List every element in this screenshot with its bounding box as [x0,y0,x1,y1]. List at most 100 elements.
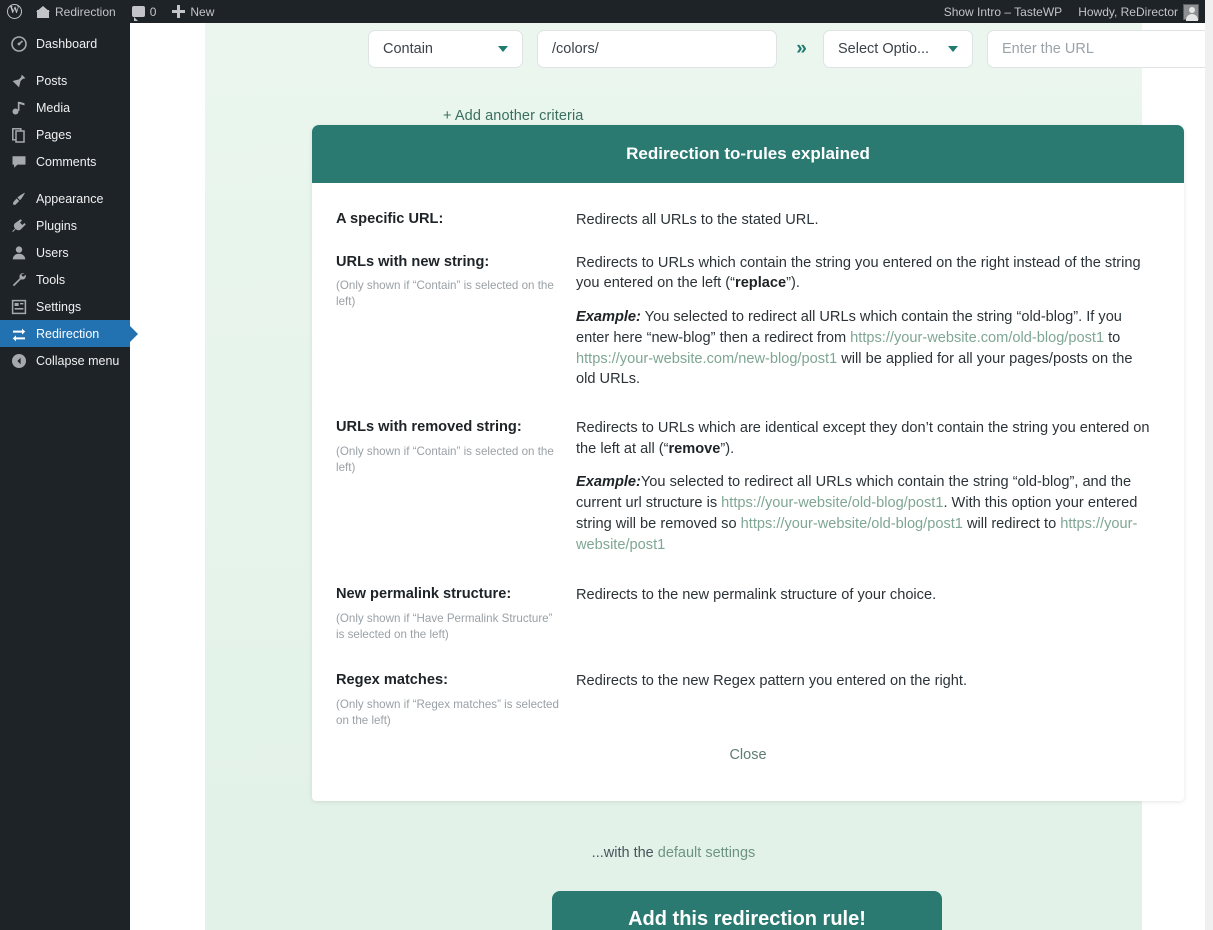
explain-hint: (Only shown if “Have Permalink Structure… [336,612,553,642]
sidebar-item-posts[interactable]: Posts [0,67,130,94]
sidebar-item-media[interactable]: Media [0,94,130,121]
user-icon [11,245,27,261]
account-menu[interactable]: Howdy, ReDirector [1070,0,1205,23]
sidebar-item-collapse-menu[interactable]: Collapse menu [0,347,130,374]
explain-desc-cell: Redirects to URLs which contain the stri… [576,253,1160,390]
sidebar-item-label: Dashboard [36,36,98,51]
explain-term-cell: Regex matches: (Only shown if “Regex mat… [336,671,576,729]
example-mid: to [1104,329,1121,346]
default-settings-link[interactable]: default settings [658,845,756,861]
comment-bubble-icon [131,6,145,21]
admin-bar: W Redirection 0 New Show Intro – TasteWP… [0,0,1205,23]
explain-row: Regex matches: (Only shown if “Regex mat… [336,671,1160,729]
wordpress-logo-icon: W [7,4,22,19]
example-link-2[interactable]: https://your-website/old-blog/post1 [741,516,963,532]
sidebar-item-users[interactable]: Users [0,239,130,266]
explain-desc-cell: Redirects all URLs to the stated URL. [576,210,1160,231]
sidebar-item-label: Users [36,245,69,260]
sidebar-item-label: Comments [36,154,97,169]
modal-body: A specific URL: Redirects all URLs to th… [312,183,1184,801]
plus-icon [172,5,186,18]
show-intro-label: Show Intro – TasteWP [943,4,1063,19]
sidebar-item-pages[interactable]: Pages [0,121,130,148]
explain-hint: (Only shown if “Contain” is selected on … [336,279,554,309]
new-content-button[interactable]: New [164,0,222,23]
explain-desc: Redirects to the new permalink structure… [576,587,937,604]
collapse-icon [11,353,27,369]
sidebar-item-dashboard[interactable]: Dashboard [0,30,130,57]
admin-sidebar: Dashboard Posts Media Pages Comments App… [0,23,138,930]
target-url-input[interactable]: Enter the URL [987,30,1205,68]
explain-example: Example: You selected to redirect all UR… [576,307,1152,390]
wrench-icon [11,272,27,288]
sidebar-item-label: Tools [36,272,66,287]
sidebar-item-settings[interactable]: Settings [0,293,130,320]
example-label: Example: [576,309,641,326]
sidebar-item-comments[interactable]: Comments [0,148,130,175]
explain-term: New permalink structure: [336,586,512,603]
match-string-input[interactable]: /colors/ [537,30,777,68]
explain-row: New permalink structure: (Only shown if … [336,585,1160,643]
default-settings-line: ...with the default settings [205,845,1142,861]
sidebar-item-plugins[interactable]: Plugins [0,212,130,239]
desc-part-a: Redirects to URLs which contain the stri… [576,254,1141,292]
chevron-down-icon [498,46,508,52]
explain-desc: Redirects to URLs which contain the stri… [576,253,1152,294]
dashboard-icon [11,35,27,52]
criteria-row: Contain /colors/ » Select Optio... Enter… [368,30,1205,68]
show-intro-button[interactable]: Show Intro – TasteWP [936,0,1071,23]
explain-desc: Redirects to URLs which are identical ex… [576,418,1152,459]
site-name-button[interactable]: Redirection [28,0,124,23]
explain-row: URLs with removed string: (Only shown if… [336,418,1160,555]
match-type-select[interactable]: Contain [368,30,523,68]
explain-desc: Redirects all URLs to the stated URL. [576,212,819,228]
add-another-criteria-link[interactable]: + Add another criteria [443,108,583,124]
desc-part-b: ”). [786,275,800,292]
add-another-criteria-label: + Add another criteria [443,108,584,124]
sidebar-item-label: Appearance [36,191,104,206]
example-link-1[interactable]: https://your-website.com/old-blog/post1 [850,330,1104,346]
modal-title-text: Redirection to-rules explained [626,144,870,163]
desc-part-b: ”). [720,440,735,457]
example-part-b: will redirect to [962,515,1061,532]
page-scrollbar[interactable] [1205,0,1213,930]
plug-icon [11,218,27,234]
example-link-2[interactable]: https://your-website.com/new-blog/post1 [576,351,837,367]
explain-desc-cell: Redirects to the new Regex pattern you e… [576,671,1160,729]
example-label: Example: [576,474,641,491]
match-string-value: /colors/ [552,41,599,57]
redirect-icon [11,326,27,342]
rules-explained-modal: Redirection to-rules explained A specifi… [312,125,1184,801]
sidebar-item-label: Collapse menu [36,353,120,368]
media-icon [11,100,27,116]
redirection-form-panel: Contain /colors/ » Select Optio... Enter… [205,23,1205,930]
sidebar-item-tools[interactable]: Tools [0,266,130,293]
explain-term: A specific URL: [336,211,444,227]
sidebar-item-label: Pages [36,127,72,142]
explain-term: URLs with removed string: [336,419,522,436]
wordpress-logo-button[interactable]: W [0,0,28,23]
explain-example: Example:You selected to redirect all URL… [576,472,1152,555]
sidebar-item-label: Redirection [36,326,100,341]
explain-hint: (Only shown if “Regex matches” is select… [336,697,559,727]
target-url-placeholder: Enter the URL [1002,41,1094,57]
explain-term-cell: A specific URL: [336,210,576,231]
desc-bold: remove [668,440,721,457]
explain-term: URLs with new string: [336,253,490,270]
pages-icon [11,127,27,143]
comments-button[interactable]: 0 [124,0,165,23]
sidebar-item-appearance[interactable]: Appearance [0,185,130,212]
match-type-value: Contain [383,41,433,57]
explain-row: A specific URL: Redirects all URLs to th… [336,210,1160,231]
double-chevron-right-icon: » [796,38,807,59]
chevron-down-icon [948,46,958,52]
sidebar-item-label: Posts [36,73,68,88]
add-redirection-rule-button[interactable]: Add this redirection rule! [552,891,942,930]
sidebar-item-redirection[interactable]: Redirection [0,320,138,347]
example-link-1[interactable]: https://your-website/old-blog/post1 [721,495,943,511]
modal-close-link[interactable]: Close [336,733,1160,791]
target-type-select[interactable]: Select Optio... [823,30,973,68]
explain-term: Regex matches: [336,672,448,688]
